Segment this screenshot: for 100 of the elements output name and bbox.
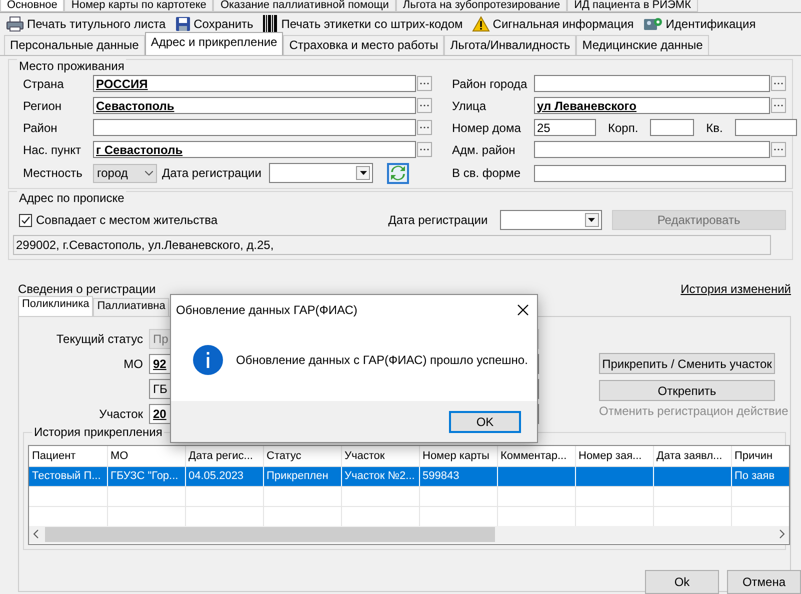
tab[interactable]: Персональные данные: [4, 35, 145, 55]
field-label: Район города: [452, 76, 528, 90]
toolbar-button[interactable]: Сохранить: [174, 16, 254, 32]
ellipsis-icon: [420, 148, 429, 151]
tab[interactable]: Льгота/Инвалидность: [444, 35, 576, 55]
field-label: Регион: [23, 98, 63, 112]
tab[interactable]: Номер карты по картотеке: [64, 0, 214, 12]
column-header[interactable]: Статус: [263, 446, 341, 466]
field-label: Страна: [23, 76, 65, 90]
address-field: 299002, г.Севастополь, ул.Леваневского, д.25,: [13, 235, 771, 255]
table-cell: ГБУЗС "Гор...: [107, 466, 185, 486]
dialog-title: Обновление данных ГАР(ФИАС): [176, 303, 358, 317]
column-header[interactable]: МО: [107, 446, 185, 466]
barcode-icon: [262, 15, 278, 33]
input-field[interactable]: Севастополь: [93, 97, 416, 114]
dialog-button[interactable]: Отмена: [727, 570, 801, 594]
table-cell: По заяв: [731, 466, 789, 486]
field-label: Нас. пункт: [23, 142, 82, 156]
input-field[interactable]: [534, 141, 770, 158]
input-field[interactable]: [93, 119, 416, 136]
table-cell: Участок №2...: [341, 466, 419, 486]
close-icon[interactable]: [517, 304, 529, 316]
field-label: В св. форме: [452, 166, 522, 180]
browse-button[interactable]: [417, 98, 432, 113]
group-title: История прикрепления: [32, 425, 164, 439]
browse-button[interactable]: [417, 76, 432, 91]
ellipsis-icon: [774, 104, 783, 107]
warning-icon: [472, 16, 490, 32]
column-header[interactable]: Пациент: [29, 446, 107, 466]
input-field[interactable]: ул Леваневского: [534, 97, 770, 114]
chevron-down-icon: [145, 170, 153, 176]
browse-button[interactable]: [417, 120, 432, 135]
checkbox[interactable]: [19, 214, 32, 226]
field-label: Кв.: [706, 120, 723, 134]
tab[interactable]: Поликлиника: [18, 296, 94, 316]
detach-button[interactable]: Открепить: [599, 380, 775, 401]
printer-icon: [6, 16, 24, 32]
dropdown[interactable]: город: [93, 164, 157, 182]
input-field[interactable]: [650, 119, 694, 136]
table-cell: 04.05.2023: [185, 466, 263, 486]
field-label: Участок: [98, 407, 144, 421]
input-field[interactable]: [534, 75, 770, 92]
browse-button[interactable]: [771, 98, 786, 113]
section-title: Сведения о регистрации: [18, 282, 156, 296]
input-field[interactable]: г Севастополь: [93, 141, 416, 158]
field-label: Местность: [23, 166, 84, 180]
table-row[interactable]: Тестовый П... ГБУЗС "Гор... 04.05.2023 Прикреплен Участок №2... 599843 По заяв: [29, 466, 789, 486]
input-field[interactable]: [534, 164, 786, 182]
tab[interactable]: Страховка и место работы: [283, 35, 444, 55]
table-cell: Тестовый П...: [29, 466, 107, 486]
column-header[interactable]: Комментар...: [497, 446, 575, 466]
group-title: Адрес по прописке: [17, 191, 126, 205]
toolbar-button[interactable]: Печать этикетки со штрих-кодом: [262, 15, 463, 33]
input-field[interactable]: [734, 119, 797, 136]
browse-button[interactable]: [417, 142, 432, 157]
tab[interactable]: Паллиативна: [93, 298, 170, 316]
input-field[interactable]: 25: [534, 119, 596, 136]
caret-down-icon: [588, 218, 596, 222]
ellipsis-icon: [420, 126, 429, 129]
field-label: Корп.: [608, 120, 638, 134]
browse-button[interactable]: [771, 76, 786, 91]
toolbar-button[interactable]: Сигнальная информация: [472, 16, 634, 32]
date-picker[interactable]: [269, 163, 374, 183]
dialog-button[interactable]: Ok: [645, 570, 719, 594]
tab[interactable]: Медицинские данные: [576, 35, 709, 55]
scrollbar[interactable]: [29, 526, 789, 542]
column-header[interactable]: Дата заявл...: [653, 446, 731, 466]
tab[interactable]: Льгота на зубопротезирование: [396, 0, 568, 12]
field-label: МО: [122, 357, 144, 371]
column-header[interactable]: Причин: [731, 446, 789, 466]
tab[interactable]: Основное: [0, 0, 64, 12]
attach-button[interactable]: Прикрепить / Сменить участок: [599, 353, 775, 374]
ellipsis-icon: [774, 82, 783, 85]
dropdown-button[interactable]: [584, 213, 599, 227]
caret-down-icon: [360, 171, 367, 175]
table-cell: Прикреплен: [263, 466, 341, 486]
column-header[interactable]: Номер карты: [419, 446, 497, 466]
column-header[interactable]: Участок: [341, 446, 419, 466]
column-header[interactable]: Дата регис...: [185, 446, 263, 466]
history-link[interactable]: История изменений: [680, 282, 791, 296]
group-title: Место проживания: [17, 59, 126, 73]
date-picker[interactable]: [500, 210, 602, 230]
field-label: Дата регистрации: [388, 213, 488, 227]
field-label: Адм. район: [452, 142, 516, 156]
ellipsis-icon: [420, 82, 429, 85]
toolbar-button[interactable]: Печать титульного листа: [6, 16, 166, 32]
refresh-button[interactable]: [387, 162, 410, 184]
tab[interactable]: Адрес и прикрепление: [144, 32, 284, 55]
field-label: Улица: [452, 98, 488, 112]
dropdown-button[interactable]: [356, 166, 370, 180]
field-label: Номер дома: [452, 120, 522, 134]
column-header[interactable]: Номер зая...: [575, 446, 653, 466]
browse-button[interactable]: [771, 142, 786, 157]
ok-button[interactable]: OK: [449, 410, 521, 432]
ellipsis-icon: [774, 148, 783, 151]
tab[interactable]: Оказание паллиативной помощи: [213, 0, 396, 12]
tab[interactable]: ИД пациента в РИЭМК: [567, 0, 698, 12]
checkbox-label: Совпадает с местом жительства: [36, 213, 219, 227]
input-field[interactable]: РОССИЯ: [93, 75, 416, 92]
toolbar-button[interactable]: Идентификация: [642, 16, 756, 32]
